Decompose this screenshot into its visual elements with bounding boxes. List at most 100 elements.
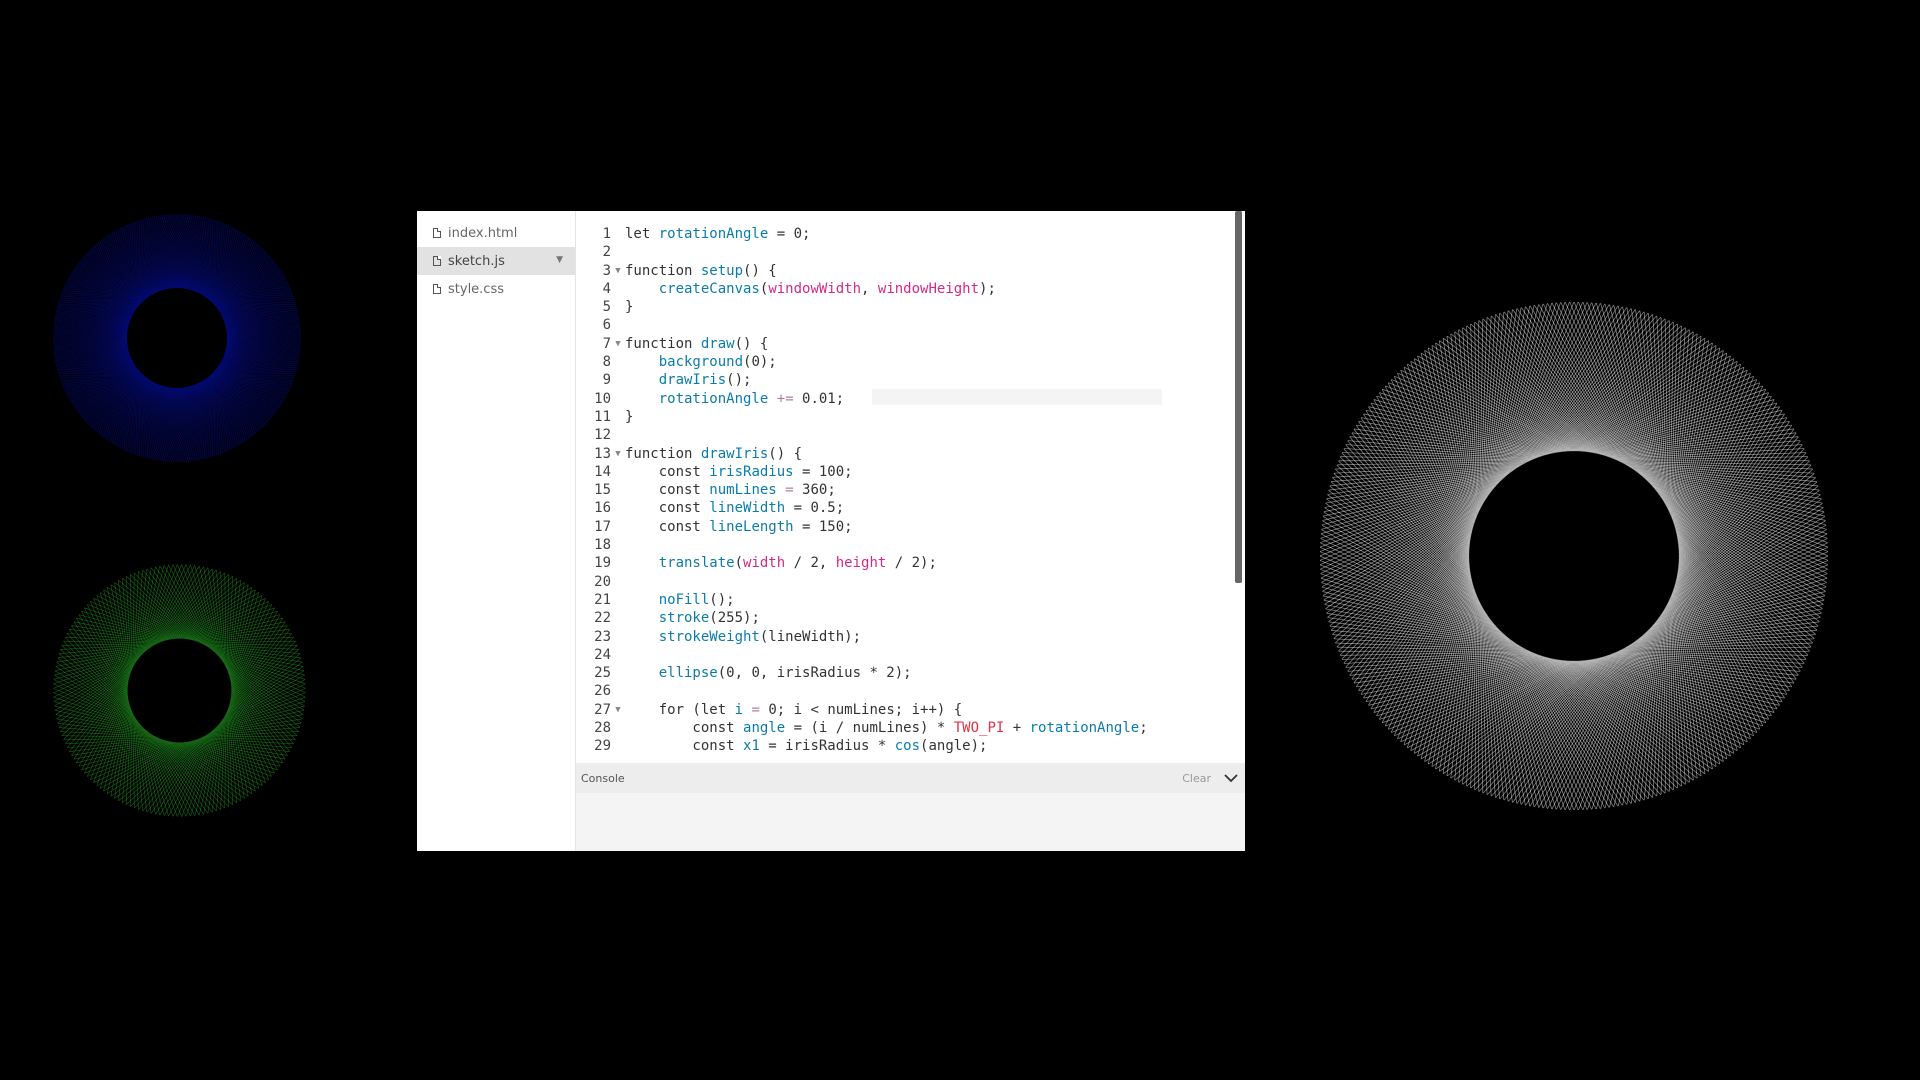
line-number: 11 (594, 408, 611, 425)
code-line[interactable]: 8 background(0); (576, 353, 1245, 371)
fold-arrow-icon[interactable]: ▼ (611, 445, 625, 463)
code-editor-window: index.html sketch.js ▼ style.css 1 let ro… (417, 211, 1245, 851)
code-token: () { (734, 335, 769, 352)
code-text: } (625, 408, 633, 426)
code-token: createCanvas (658, 280, 760, 297)
code-token: angle (743, 720, 786, 737)
fold-gutter (611, 316, 625, 334)
code-text: function drawIris() { (625, 445, 802, 463)
code-line[interactable]: 11} (576, 408, 1245, 426)
code-line[interactable]: 29 const x1 = irisRadius * cos(angle); (576, 737, 1245, 755)
iris-line (1439, 340, 1595, 454)
code-line[interactable]: 16 const lineWidth = 0.5; (576, 499, 1245, 517)
chevron-down-icon[interactable] (1223, 770, 1239, 786)
line-number: 9 (602, 372, 611, 389)
line-number: 12 (594, 427, 611, 444)
iris-line (228, 641, 296, 709)
editor-main: 1 let rotationAngle = 0; 2 3 ▼ function setup… (576, 211, 1245, 851)
code-line[interactable]: 12 (576, 426, 1245, 444)
line-number: 10 (594, 390, 611, 407)
autocomplete-hint (872, 389, 1162, 405)
code-token: windowWidth (768, 280, 862, 297)
code-token: 360; (802, 482, 836, 499)
code-line[interactable]: 9 drawIris(); (576, 371, 1245, 389)
code-line[interactable]: 1 let rotationAngle = 0; (576, 225, 1245, 243)
file-icon (433, 284, 441, 294)
vertical-scrollbar[interactable] (1235, 211, 1242, 583)
code-line[interactable]: 18 (576, 536, 1245, 554)
code-line[interactable]: 23 strokeWeight(lineWidth); (576, 628, 1245, 646)
code-line[interactable]: 3 ▼ function setup() { (576, 262, 1245, 280)
fold-gutter (611, 719, 625, 737)
code-line[interactable]: 15 const numLines = 360; (576, 481, 1245, 499)
code-token: irisRadius (709, 463, 794, 480)
iris-line (228, 672, 296, 740)
code-token: 0; i < numLines; i++) { (768, 701, 963, 718)
code-token: const (625, 482, 710, 499)
fold-arrow-icon[interactable]: ▼ (611, 335, 625, 353)
code-line[interactable]: 5} (576, 298, 1245, 316)
code-text: const lineLength = 150; (625, 518, 853, 536)
code-text: const x1 = irisRadius * cos(angle); (625, 737, 987, 755)
fold-arrow-icon[interactable]: ▼ (611, 262, 625, 280)
code-line[interactable]: 20 (576, 573, 1245, 591)
code-line[interactable]: 7 ▼ function draw() { (576, 335, 1245, 353)
line-number: 16 (594, 500, 611, 517)
code-line[interactable]: 14 const irisRadius = 100; (576, 463, 1245, 481)
code-text: } (625, 298, 633, 316)
code-token: (0, 0, irisRadius * 2); (717, 665, 912, 682)
file-icon (433, 256, 441, 266)
fold-arrow-icon[interactable]: ▼ (611, 701, 625, 719)
code-token: + (1004, 720, 1030, 737)
file-item-sketch-js[interactable]: sketch.js ▼ (417, 247, 575, 275)
file-name: style.css (448, 281, 504, 297)
console-output (576, 793, 1245, 851)
fold-gutter (611, 426, 625, 444)
code-token: = 0.5; (785, 500, 845, 517)
code-token: = (776, 482, 803, 499)
clear-console-button[interactable]: Clear (1182, 772, 1211, 785)
code-area[interactable]: 1 let rotationAngle = 0; 2 3 ▼ function setup… (576, 211, 1245, 763)
code-token: width (743, 555, 786, 572)
code-text: const numLines = 360; (625, 481, 836, 499)
fold-gutter (611, 280, 625, 298)
code-token: (255); (709, 610, 760, 627)
code-line[interactable]: 17 const lineLength = 150; (576, 518, 1245, 536)
code-line[interactable]: 4 createCanvas(windowWidth, windowHeight… (576, 280, 1245, 298)
code-line[interactable]: 28 const angle = (i / numLines) * TWO_PI… (576, 719, 1245, 737)
fold-gutter (611, 536, 625, 554)
code-line[interactable]: 6 (576, 316, 1245, 334)
fold-gutter (611, 591, 625, 609)
code-line[interactable]: 26 (576, 682, 1245, 700)
line-number: 6 (602, 317, 611, 334)
code-token: / 2, (785, 555, 836, 572)
code-line[interactable]: 24 (576, 646, 1245, 664)
code-line[interactable]: 19 translate(width / 2, height / 2); (576, 554, 1245, 572)
code-token: rotationAngle (658, 226, 769, 242)
caret-down-icon[interactable]: ▼ (556, 255, 563, 265)
iris-white-canvas (1319, 301, 1829, 811)
code-line[interactable]: 21 noFill(); (576, 591, 1245, 609)
fold-gutter (611, 353, 625, 371)
code-token: (0); (743, 354, 777, 371)
fold-gutter (611, 664, 625, 682)
line-number: 22 (594, 610, 611, 627)
code-token: function (625, 445, 701, 462)
file-item-style-css[interactable]: style.css (417, 275, 575, 303)
code-token: ); (979, 280, 996, 297)
code-token: setup (700, 262, 744, 279)
code-line[interactable]: 22 stroke(255); (576, 609, 1245, 627)
code-line[interactable]: 13 ▼ function drawIris() { (576, 445, 1245, 463)
code-token: = irisRadius * (759, 738, 895, 755)
code-token: 0.01; (802, 390, 845, 407)
code-line[interactable]: 25 ellipse(0, 0, irisRadius * 2); (576, 664, 1245, 682)
file-item-index-html[interactable]: index.html (417, 219, 575, 247)
fold-gutter (611, 225, 625, 243)
code-line[interactable]: 2 (576, 243, 1245, 261)
code-token: } (625, 408, 634, 425)
code-line[interactable]: 27 ▼ for (let i = 0; i < numLines; i++) { (576, 701, 1245, 719)
iris-line (73, 621, 167, 641)
fold-gutter (611, 481, 625, 499)
